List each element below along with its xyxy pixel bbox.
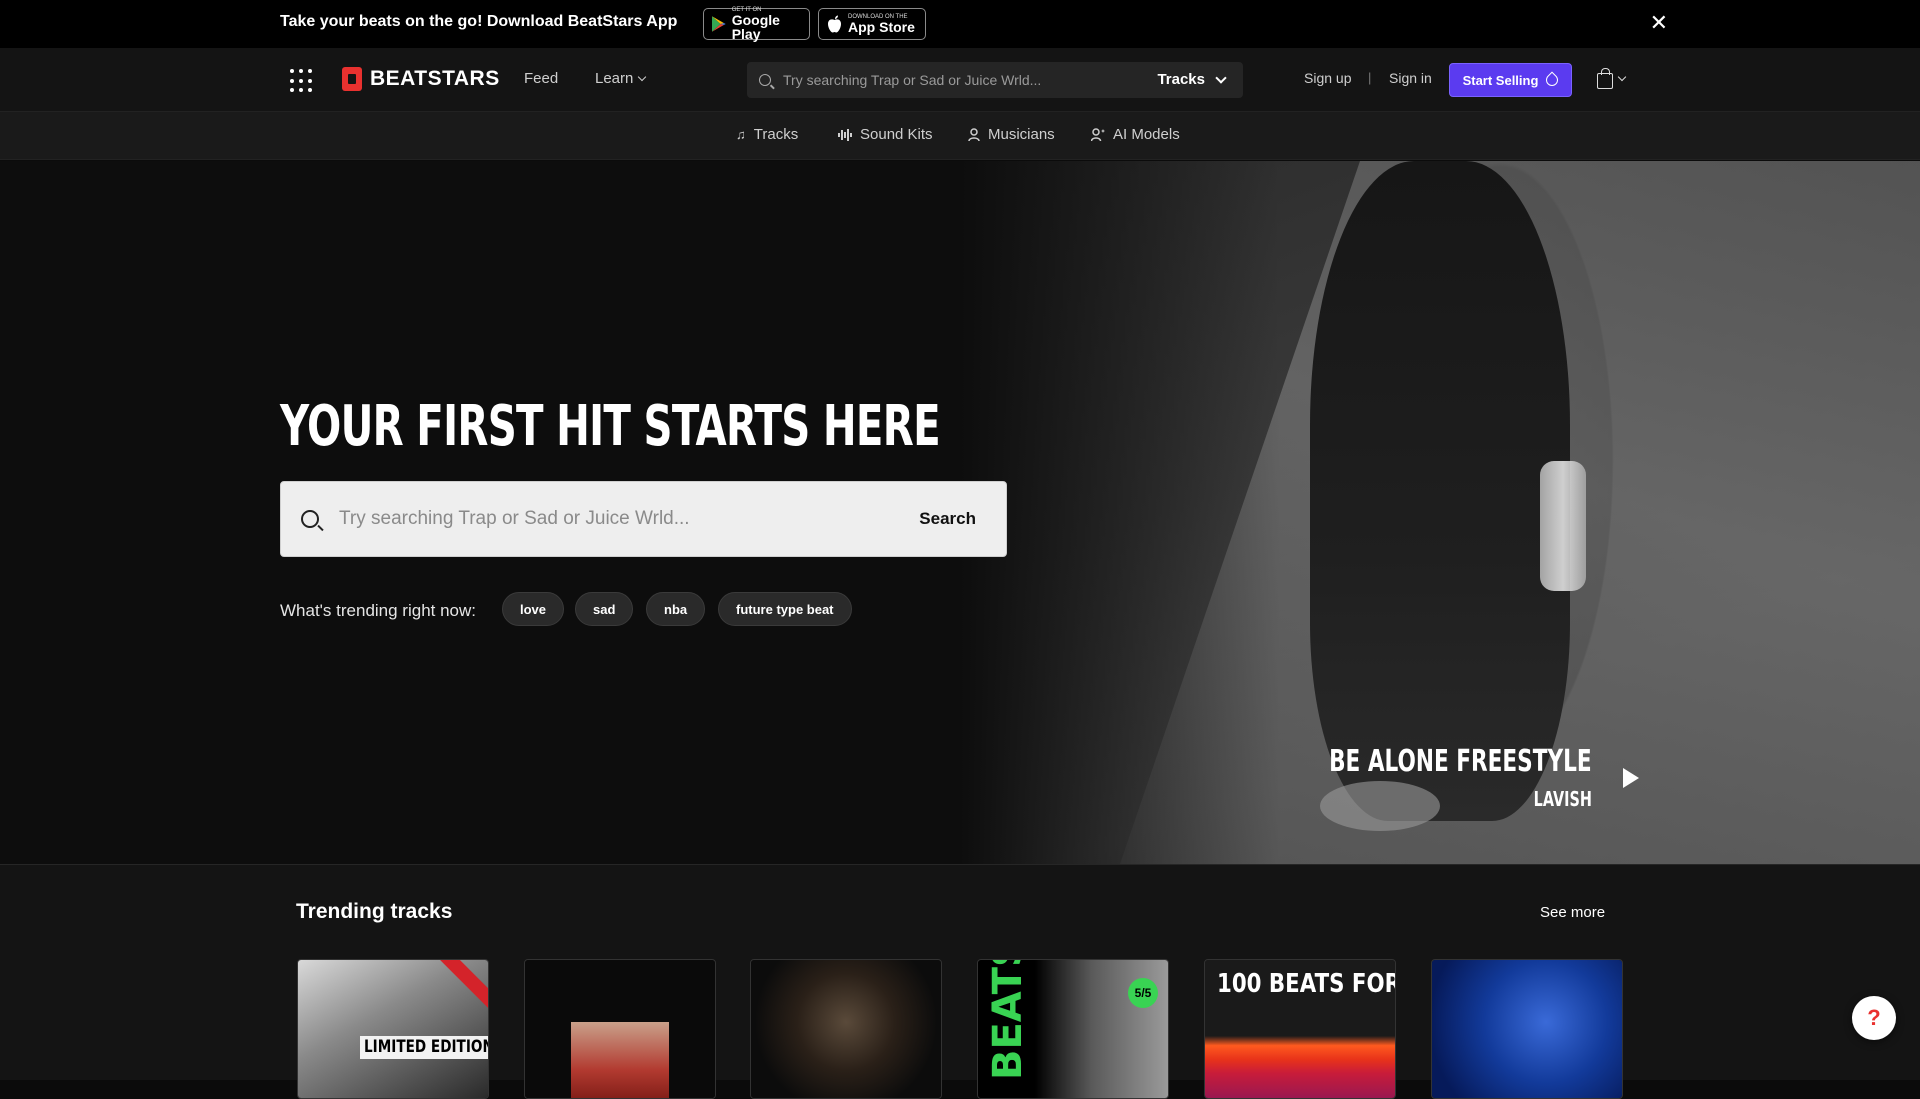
- google-play-button[interactable]: GET IT ON Google Play: [703, 7, 810, 42]
- nav-feed-link[interactable]: Feed: [524, 70, 558, 87]
- waveform-icon: [838, 128, 852, 141]
- start-selling-button[interactable]: Start Selling: [1449, 63, 1572, 97]
- person-icon: [968, 128, 980, 141]
- artwork-text: BEATS: [985, 959, 1031, 1080]
- app-store-text: App Store: [848, 19, 915, 35]
- hero-section: YOUR FIRST HIT STARTS HERE Search What's…: [0, 161, 1920, 864]
- featured-track-title[interactable]: BE ALONE FREESTYLE: [1329, 744, 1592, 779]
- trending-tracks-title: Trending tracks: [296, 900, 453, 923]
- main-header: BEATSTARS Feed Learn Tracks Sign up | Si…: [0, 48, 1920, 112]
- logo-text: BEATSTARS: [370, 67, 500, 90]
- google-play-icon: [712, 16, 726, 32]
- category-sound-kits-label: Sound Kits: [860, 126, 933, 143]
- app-promo-banner: Take your beats on the go! Download Beat…: [0, 0, 1920, 48]
- sign-up-link[interactable]: Sign up: [1304, 70, 1351, 86]
- hero-title: YOUR FIRST HIT STARTS HERE: [280, 394, 941, 459]
- nav-learn-dropdown[interactable]: Learn: [595, 70, 647, 87]
- close-banner-icon[interactable]: ✕: [1650, 12, 1668, 34]
- chevron-down-icon: [1617, 72, 1627, 82]
- category-ai-models-label: AI Models: [1113, 126, 1180, 143]
- track-artwork: [751, 960, 941, 1098]
- header-search-input[interactable]: [783, 72, 1143, 88]
- hero-search-button[interactable]: Search: [919, 509, 976, 529]
- search-icon: [759, 74, 771, 86]
- search-scope-label: Tracks: [1157, 71, 1205, 88]
- nav-learn-label: Learn: [595, 70, 634, 87]
- track-card[interactable]: LIMITED EDITION: [297, 959, 489, 1099]
- category-ai-models[interactable]: AI Models: [1091, 126, 1180, 143]
- category-musicians-label: Musicians: [988, 126, 1055, 143]
- cart-dropdown[interactable]: [1597, 68, 1627, 89]
- see-more-link[interactable]: See more: [1540, 904, 1605, 921]
- category-sound-kits[interactable]: Sound Kits: [838, 126, 933, 143]
- category-tracks[interactable]: ♫ Tracks: [736, 126, 798, 143]
- play-icon[interactable]: [1623, 768, 1639, 788]
- sign-in-link[interactable]: Sign in: [1389, 70, 1432, 86]
- track-artwork: [1432, 960, 1622, 1098]
- category-musicians[interactable]: Musicians: [968, 126, 1055, 143]
- artwork-badge: 5/5: [1128, 978, 1158, 1008]
- trending-label: What's trending right now:: [280, 601, 477, 620]
- beatstars-logo-icon: [342, 67, 362, 91]
- artwork-text: 100 BEATS FOR $100: [1217, 969, 1395, 999]
- hero-search-bar: Search: [280, 481, 1007, 557]
- music-note-icon: ♫: [736, 127, 746, 142]
- track-card[interactable]: BEATS 5/5: [977, 959, 1169, 1099]
- chevron-down-icon: [638, 72, 647, 81]
- track-artwork: [298, 960, 488, 1098]
- google-play-text: Google Play: [731, 12, 780, 42]
- start-selling-label: Start Selling: [1462, 72, 1539, 88]
- trending-chip-sad[interactable]: sad: [575, 592, 634, 626]
- hero-search-input[interactable]: [339, 508, 879, 530]
- trending-chip-future-type-beat[interactable]: future type beat: [718, 592, 852, 626]
- featured-track-artist[interactable]: LAVISH: [1534, 787, 1592, 811]
- beatstars-logo[interactable]: BEATSTARS: [342, 67, 500, 91]
- header-search-bar: Tracks: [747, 62, 1243, 98]
- trending-chip-nba[interactable]: nba: [646, 592, 706, 626]
- artwork-text: LIMITED EDITION: [360, 1036, 488, 1059]
- ai-person-icon: [1091, 128, 1105, 141]
- help-icon[interactable]: ?: [1852, 996, 1896, 1040]
- trending-chip-love[interactable]: love: [502, 592, 565, 626]
- search-scope-dropdown[interactable]: Tracks: [1157, 71, 1227, 88]
- chevron-down-icon: [1215, 71, 1227, 84]
- promo-text: Take your beats on the go! Download Beat…: [280, 13, 678, 30]
- track-card[interactable]: [750, 959, 942, 1099]
- apple-icon: [828, 15, 841, 33]
- track-card[interactable]: [1431, 959, 1623, 1099]
- track-card[interactable]: 100 BEATS FOR $100: [1204, 959, 1396, 1099]
- search-icon: [301, 510, 319, 528]
- category-tracks-label: Tracks: [753, 126, 799, 143]
- shopping-bag-icon: [1597, 68, 1613, 89]
- category-nav: ♫ Tracks Sound Kits Musicians AI Models: [0, 112, 1920, 160]
- rocket-icon: [1543, 71, 1561, 89]
- app-store-button[interactable]: Download on the App Store: [818, 8, 926, 40]
- auth-divider: |: [1368, 70, 1372, 85]
- trending-tracks-section: Trending tracks See more LIMITED EDITION…: [0, 864, 1920, 1099]
- track-card[interactable]: [524, 959, 716, 1099]
- apps-grid-icon[interactable]: [290, 69, 314, 93]
